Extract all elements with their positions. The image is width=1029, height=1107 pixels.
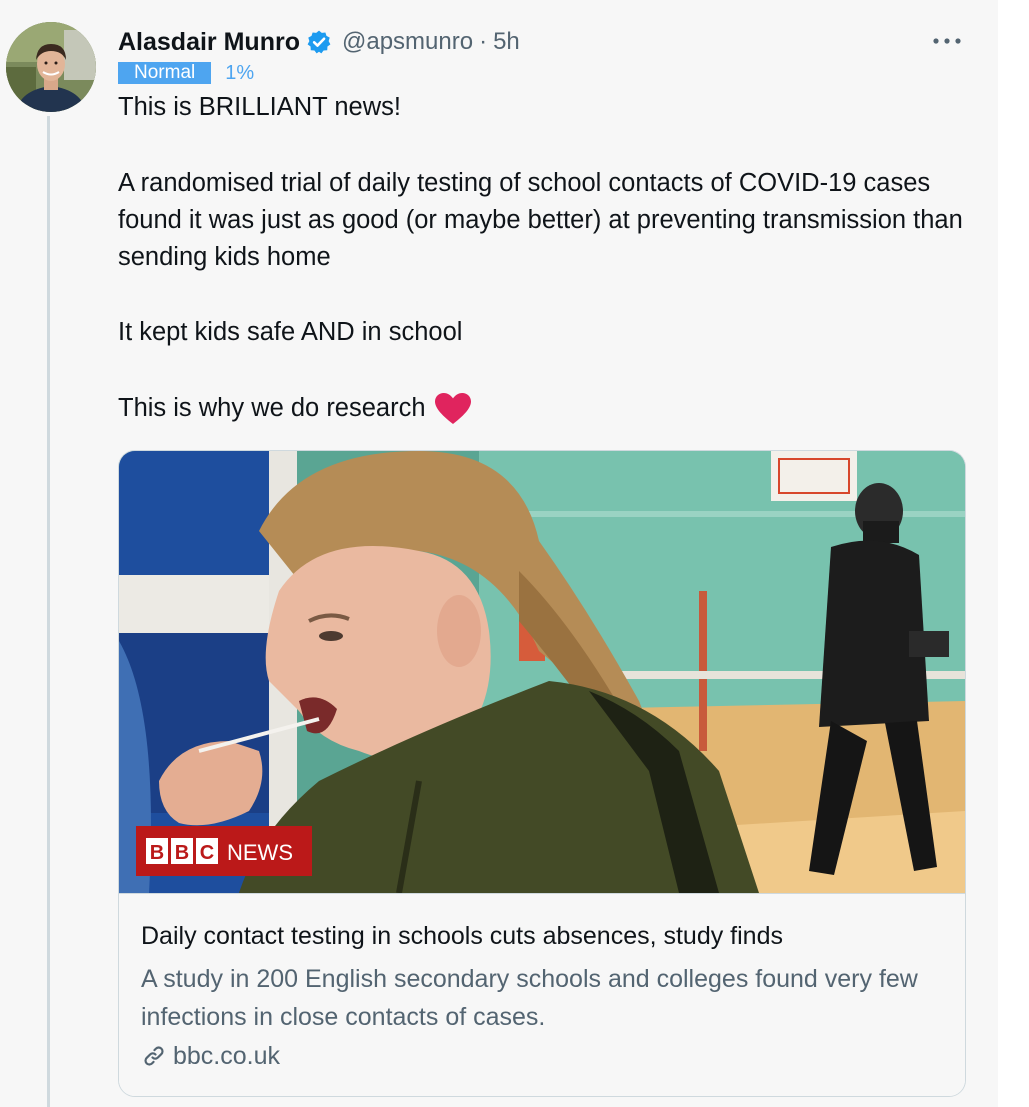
tweet-text-paragraph: A randomised trial of daily testing of s…	[118, 169, 963, 271]
tweet-text-line1: This is BRILLIANT news!	[118, 93, 401, 121]
tweet-time[interactable]: 5h	[493, 28, 520, 56]
normal-badge: Normal	[118, 62, 212, 84]
page-edge	[998, 0, 1029, 1107]
bbc-logo-letter-b2: B	[175, 842, 189, 864]
badge-row: Normal 1%	[118, 61, 254, 85]
meta-separator: ·	[479, 28, 488, 55]
red-heart-icon	[434, 392, 471, 424]
thread-line	[47, 116, 50, 1107]
bbc-logo-letter-c: C	[200, 842, 214, 864]
author-handle[interactable]: @apsmunro	[342, 28, 473, 56]
tweet[interactable]: Alasdair Munro @apsmunro · 5h Normal 1% …	[0, 0, 998, 1107]
author-name[interactable]: Alasdair Munro	[118, 28, 300, 57]
card-image[interactable]: B B C NEWS	[119, 451, 965, 893]
tweet-header: Alasdair Munro @apsmunro · 5h	[118, 26, 520, 58]
badge-percent: 1%	[225, 61, 255, 84]
card-body[interactable]: Daily contact testing in schools cuts ab…	[119, 893, 965, 1096]
card-title[interactable]: Daily contact testing in schools cuts ab…	[141, 920, 783, 952]
tweet-text-paragraph: It kept kids safe AND in school	[118, 318, 463, 346]
tweet-text-line-heart: This is why we do research	[118, 390, 978, 427]
bbc-logo-news: NEWS	[227, 840, 293, 865]
avatar[interactable]	[6, 22, 96, 112]
bbc-logo-letter-b1: B	[150, 842, 164, 864]
verified-badge-icon	[307, 30, 331, 54]
card-domain-text[interactable]: bbc.co.uk	[173, 1042, 280, 1071]
card-description: A study in 200 English secondary schools…	[141, 965, 918, 1031]
more-options-icon[interactable]	[930, 28, 964, 54]
tweet-text-paragraph: This is why we do research	[118, 394, 426, 422]
avatar-photo	[6, 22, 96, 112]
card-domain[interactable]: bbc.co.uk	[141, 1040, 280, 1072]
link-icon	[144, 1046, 164, 1066]
link-card[interactable]: B B C NEWS Daily contact testing in scho…	[118, 450, 966, 1097]
